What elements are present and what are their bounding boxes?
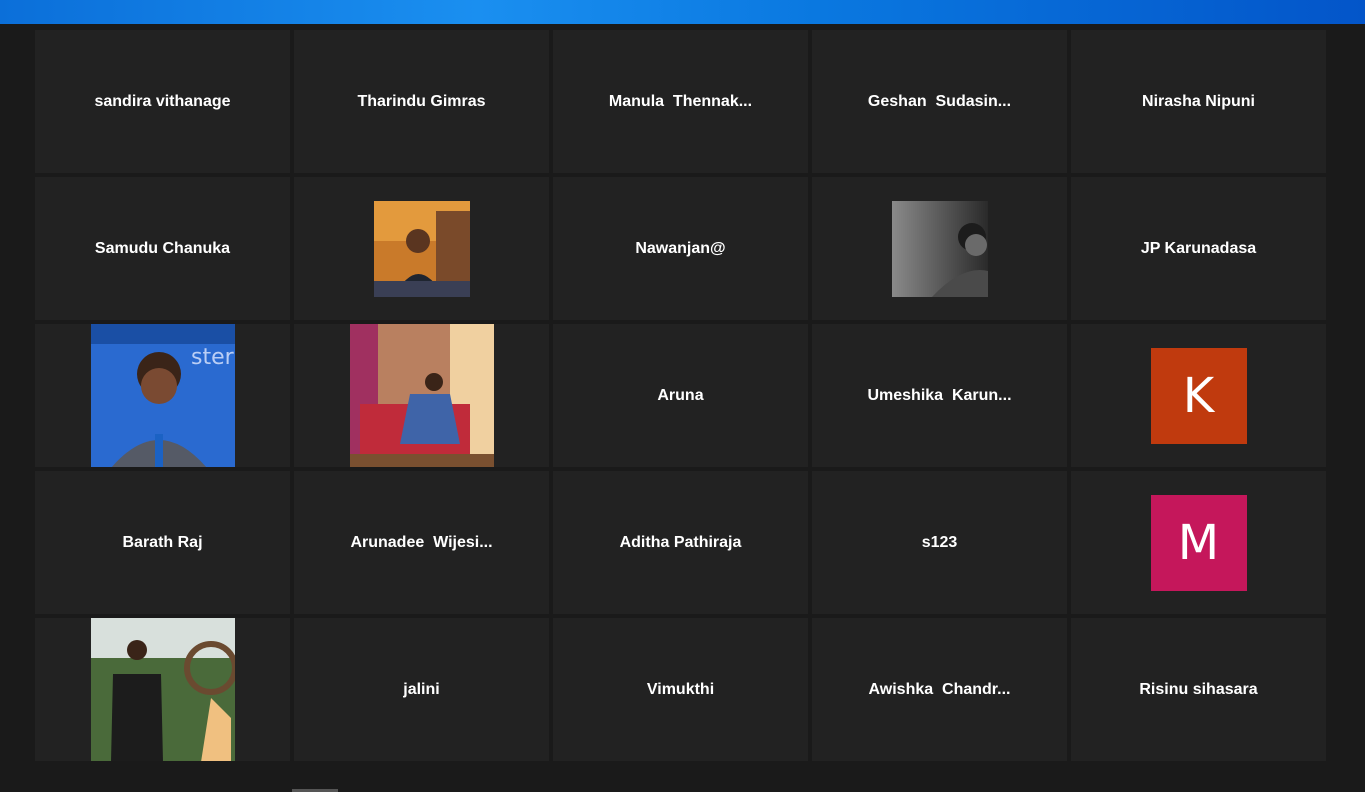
- profile-photo: [90, 618, 235, 761]
- participant-name: Tharindu Gimras: [357, 92, 486, 110]
- participant-name: Risinu sihasara: [1139, 680, 1258, 698]
- participant-name: Nawanjan@: [635, 239, 726, 257]
- participant-tile[interactable]: Aruna: [553, 324, 808, 467]
- participant-tile[interactable]: Manula Thennak...: [553, 30, 808, 173]
- participant-tile[interactable]: Vimukthi: [553, 618, 808, 761]
- participant-tile[interactable]: Nawanjan@: [553, 177, 808, 320]
- participant-grid: sandira vithanage Tharindu Gimras Manula…: [35, 30, 1328, 768]
- participant-name: Aruna: [657, 386, 704, 404]
- participant-name: Samudu Chanuka: [94, 239, 231, 257]
- video-gallery: sandira vithanage Tharindu Gimras Manula…: [0, 24, 1365, 792]
- participant-tile[interactable]: Samudu Chanuka: [35, 177, 290, 320]
- participant-tile[interactable]: K: [1071, 324, 1326, 467]
- participant-name: jalini: [403, 680, 440, 698]
- avatar-initial: M: [1177, 514, 1220, 571]
- participant-tile[interactable]: s123: [812, 471, 1067, 614]
- participant-tile[interactable]: JP Karunadasa: [1071, 177, 1326, 320]
- avatar: M: [1150, 494, 1247, 591]
- participant-tile[interactable]: [812, 177, 1067, 320]
- window-title-bar: [0, 0, 1365, 24]
- svg-text:ster: ster: [191, 345, 235, 370]
- participant-tile[interactable]: Awishka Chandr...: [812, 618, 1067, 761]
- participant-tile[interactable]: Umeshika Karun...: [812, 324, 1067, 467]
- participant-name: JP Karunadasa: [1140, 239, 1257, 257]
- profile-photo: ster: [90, 324, 235, 467]
- participant-tile[interactable]: [35, 618, 290, 761]
- participant-tile[interactable]: Tharindu Gimras: [294, 30, 549, 173]
- participant-name: Awishka Chandr...: [868, 680, 1011, 698]
- profile-photo: [349, 324, 494, 467]
- participant-name: Arunadee Wijesi...: [350, 533, 493, 551]
- participant-tile[interactable]: Aditha Pathiraja: [553, 471, 808, 614]
- participant-tile[interactable]: Nirasha Nipuni: [1071, 30, 1326, 173]
- participant-name: Umeshika Karun...: [867, 386, 1012, 404]
- participant-tile[interactable]: M: [1071, 471, 1326, 614]
- participant-name: Vimukthi: [646, 680, 715, 698]
- avatar-initial: K: [1182, 367, 1215, 424]
- participant-name: s123: [921, 533, 958, 551]
- avatar: K: [1150, 347, 1247, 444]
- participant-tile[interactable]: ster: [35, 324, 290, 467]
- participant-name: Nirasha Nipuni: [1142, 92, 1255, 110]
- participant-name: Manula Thennak...: [608, 92, 753, 110]
- participant-name: Barath Raj: [122, 533, 203, 551]
- profile-photo: [891, 200, 988, 297]
- participant-name: Geshan Sudasin...: [867, 92, 1012, 110]
- participant-name: sandira vithanage: [94, 92, 231, 110]
- participant-tile[interactable]: jalini: [294, 618, 549, 761]
- participant-tile[interactable]: Arunadee Wijesi...: [294, 471, 549, 614]
- participant-name: Aditha Pathiraja: [619, 533, 742, 551]
- participant-tile[interactable]: Risinu sihasara: [1071, 618, 1326, 761]
- participant-tile[interactable]: Barath Raj: [35, 471, 290, 614]
- participant-tile[interactable]: sandira vithanage: [35, 30, 290, 173]
- participant-tile[interactable]: [294, 177, 549, 320]
- participant-tile[interactable]: Geshan Sudasin...: [812, 30, 1067, 173]
- profile-photo: [373, 200, 470, 297]
- participant-tile[interactable]: [294, 324, 549, 467]
